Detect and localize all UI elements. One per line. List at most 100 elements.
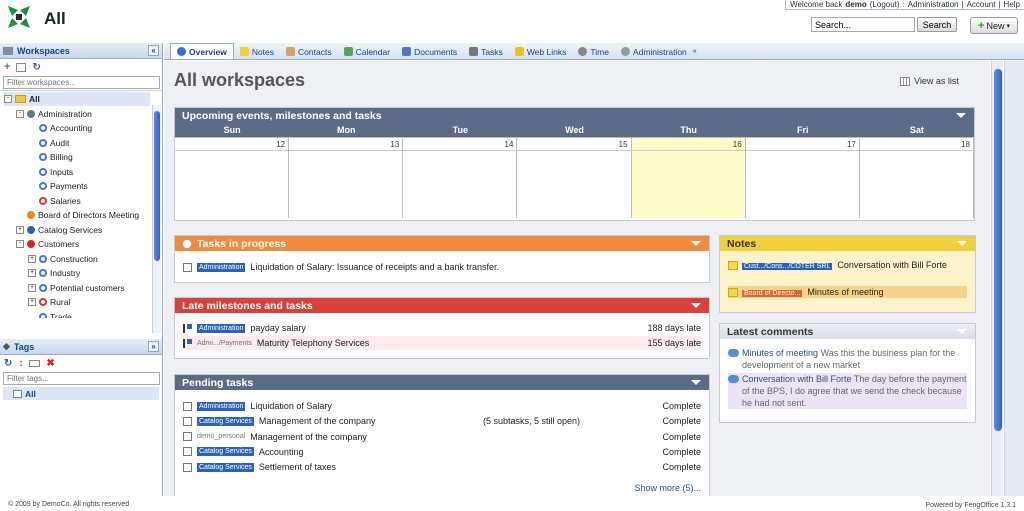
tab-administration[interactable]: Administration [615,44,693,59]
note-row[interactable]: Cust.../Cons.../COTER SRL Conversation wi… [728,259,967,271]
scrollbar-thumb[interactable] [154,111,160,261]
calendar-day-cell[interactable]: 15 [517,137,632,218]
collapse-widget-icon[interactable] [956,113,966,118]
collapse-sidebar-icon[interactable]: « [148,45,159,56]
workspace-badge[interactable]: Administration [197,401,246,411]
milestone-row[interactable]: Admi.../Payments Maturity Telephony Servi… [183,336,701,350]
complete-link[interactable]: Complete [662,401,701,411]
milestone-title[interactable]: Maturity Telephony Services [257,338,369,348]
task-title[interactable]: Accounting [259,447,304,457]
workspace-item[interactable]: Audit [28,136,150,150]
collapse-widget-icon[interactable] [691,380,701,385]
pending-task-row[interactable]: demo_personal Management of the company Co… [183,430,701,444]
refresh-tags-icon[interactable]: ↻ [4,358,12,369]
expand-icon[interactable]: + [28,254,36,263]
collapse-icon[interactable]: - [16,109,24,118]
complete-link[interactable]: Complete [662,432,701,442]
close-tab-icon[interactable]: « [693,48,697,55]
administration-link[interactable]: Administration [908,0,959,9]
collapse-tags-icon[interactable]: » [148,341,159,352]
milestone-row[interactable]: Administration payday salary 188 days late [183,321,701,335]
expand-icon[interactable]: + [16,225,24,234]
workspace-item[interactable]: + Catalog Services [16,223,150,237]
sort-tags-icon[interactable]: ↕ [18,358,23,369]
workspace-badge[interactable]: demo_personal [197,433,245,440]
calendar-day-cell[interactable]: 18 [859,137,974,218]
task-title[interactable]: Management of the company [250,432,367,442]
workspace-item[interactable]: Salaries [28,194,150,208]
view-as-list-button[interactable]: View as list [900,76,959,86]
comment-subject[interactable]: Minutes of meeting [742,348,818,358]
workspace-item[interactable]: + Potential customers [28,281,150,295]
tab-tasks[interactable]: Tasks [463,44,509,59]
collapse-widget-icon[interactable] [957,329,967,334]
account-link[interactable]: Account [967,0,996,9]
tab-notes[interactable]: Notes [234,44,280,59]
calendar-day-cell[interactable]: 17 [745,137,860,218]
note-title[interactable]: Minutes of meeting [807,287,883,297]
collapse-icon[interactable]: - [4,95,12,103]
workspace-badge[interactable]: Administration [197,262,246,272]
workspace-item[interactable]: + Construction [28,252,150,266]
main-scrollbar[interactable] [991,61,1003,496]
workspace-badge[interactable]: Admi.../Payments [197,340,252,347]
complete-link[interactable]: Complete [662,462,701,472]
workspace-item[interactable]: - Customers [16,237,150,251]
pending-task-row[interactable]: Catalog Services Settlement of taxes Compl… [183,460,701,474]
workspace-tree-scrollbar[interactable] [152,105,161,333]
pending-task-row[interactable]: Catalog Services Accounting Complete [183,445,701,459]
new-button[interactable]: + New ▾ [970,17,1018,34]
show-more-link[interactable]: Show more (5)... [183,481,701,495]
comment-subject[interactable]: Conversation with Bill Forte [742,374,852,384]
tab-time[interactable]: Time [572,44,615,59]
workspace-badge[interactable]: Catalog Services [197,447,254,457]
workspace-item[interactable]: - Administration [16,107,150,121]
calendar-day-cell[interactable]: 12 [175,137,290,218]
complete-link[interactable]: Complete [662,416,701,426]
search-input[interactable] [811,17,915,32]
workspace-item[interactable]: Trade [28,310,150,318]
milestone-title[interactable]: payday salary [250,323,306,333]
edit-workspace-icon[interactable] [16,62,27,72]
task-title[interactable]: Management of the company [259,416,376,426]
collapse-icon[interactable]: - [16,240,24,248]
scrollbar-thumb[interactable] [994,69,1002,431]
calendar-day-cell[interactable]: 16 [631,137,746,218]
task-title[interactable]: Settlement of taxes [259,462,336,472]
pending-task-row[interactable]: Administration Liquidation of Salary Compl… [183,399,701,413]
search-button[interactable]: Search [917,17,957,32]
calendar-day-cell[interactable]: 14 [403,137,518,218]
filter-tags-input[interactable] [3,372,160,385]
workspace-badge[interactable]: Cust.../Cons.../COTER SRL [742,263,833,270]
tab-overview[interactable]: Overview [170,43,234,59]
workspace-item[interactable]: Billing [28,150,150,164]
pending-task-row[interactable]: Catalog Services Management of the compan… [183,414,701,428]
expand-icon[interactable]: + [28,283,36,292]
workspace-badge[interactable]: Catalog Services [197,462,254,472]
workspace-item[interactable]: Inputs [28,165,150,179]
tab-web-links[interactable]: Web Links [509,44,573,59]
workspace-badge[interactable]: Board of Directo... [742,290,803,297]
note-row[interactable]: Board of Directo... Minutes of meeting [728,286,967,298]
workspace-item[interactable]: Board of Directors Meeting [16,208,150,222]
note-title[interactable]: Conversation with Bill Forte [837,260,947,270]
workspace-item[interactable]: + Rural [28,295,150,309]
tab-documents[interactable]: Documents [396,44,463,59]
task-row[interactable]: Administration Liquidation of Salary: Iss… [183,260,701,274]
tab-calendar[interactable]: Calendar [338,44,397,59]
workspace-badge[interactable]: Catalog Services [197,416,254,426]
complete-link[interactable]: Complete [662,447,701,457]
collapse-widget-icon[interactable] [691,241,701,246]
tab-contacts[interactable]: Contacts [280,44,338,59]
workspace-item[interactable]: Accounting [28,121,150,135]
workspace-item[interactable]: Payments [28,179,150,193]
comment-row[interactable]: Minutes of meeting Was this the business… [728,347,967,371]
collapse-widget-icon[interactable] [957,241,967,246]
tag-item[interactable]: All [3,387,159,400]
workspace-item[interactable]: - All [4,92,150,106]
logout-link[interactable]: (Logout) [870,0,900,9]
expand-icon[interactable]: + [28,298,36,306]
expand-icon[interactable]: + [28,269,36,277]
workspace-badge[interactable]: Administration [197,323,246,333]
filter-workspaces-input[interactable] [3,76,160,89]
